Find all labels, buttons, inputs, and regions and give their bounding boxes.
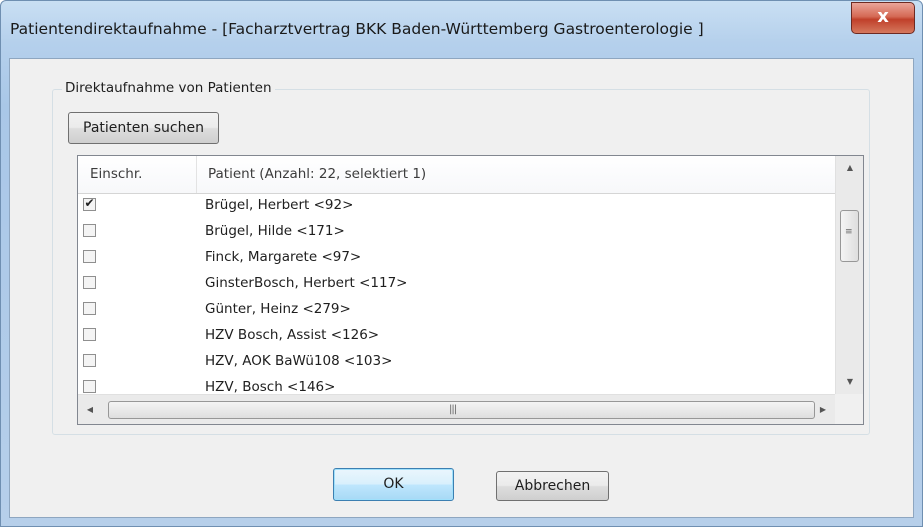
restriction-checkbox[interactable] xyxy=(83,328,96,341)
patient-name: HZV, AOK BaWü108 <103> xyxy=(205,353,393,369)
patient-list[interactable]: Einschr. Patient (Anzahl: 22, selektiert… xyxy=(77,155,864,425)
scrollbar-corner xyxy=(835,394,863,424)
restriction-checkbox[interactable] xyxy=(83,380,96,393)
restriction-checkbox[interactable] xyxy=(83,250,96,263)
table-row[interactable]: Brügel, Hilde <171> xyxy=(78,220,835,246)
patient-name: Brügel, Herbert <92> xyxy=(205,197,354,213)
close-button[interactable]: x xyxy=(851,2,915,34)
table-row[interactable]: HZV Bosch, Assist <126> xyxy=(78,324,835,350)
horizontal-scrollbar[interactable]: ◀ ||| ▶ xyxy=(78,394,835,424)
restriction-checkbox[interactable]: ✔ xyxy=(83,196,96,211)
vertical-scroll-thumb[interactable]: ≡ xyxy=(840,210,859,262)
table-row[interactable]: Günter, Heinz <279> xyxy=(78,298,835,324)
column-header-patient[interactable]: Patient (Anzahl: 22, selektiert 1) xyxy=(198,156,835,193)
close-icon: x xyxy=(877,6,889,27)
patient-name: GinsterBosch, Herbert <117> xyxy=(205,275,408,291)
scroll-left-icon[interactable]: ◀ xyxy=(78,395,102,424)
restriction-checkbox[interactable] xyxy=(83,302,96,315)
list-header: Einschr. Patient (Anzahl: 22, selektiert… xyxy=(78,156,835,194)
table-row[interactable]: Finck, Margarete <97> xyxy=(78,246,835,272)
vertical-scrollbar[interactable]: ▲ ≡ ▼ xyxy=(835,156,863,394)
scroll-down-icon[interactable]: ▼ xyxy=(836,370,863,394)
restriction-checkbox[interactable] xyxy=(83,276,96,289)
patient-name: Günter, Heinz <279> xyxy=(205,301,351,317)
list-rows: ✔ Brügel, Herbert <92> Brügel, Hilde <17… xyxy=(78,194,835,402)
title-bar[interactable]: Patientendirektaufnahme - [Facharztvertr… xyxy=(1,1,922,63)
table-row[interactable]: ✔ Brügel, Herbert <92> xyxy=(78,194,835,220)
window-title: Patientendirektaufnahme - [Facharztvertr… xyxy=(10,20,704,38)
grip-icon: ||| xyxy=(449,404,457,415)
search-patients-button[interactable]: Patienten suchen xyxy=(68,112,219,144)
horizontal-scroll-thumb[interactable]: ||| xyxy=(108,401,815,419)
patient-name: Brügel, Hilde <171> xyxy=(205,223,345,239)
restriction-checkbox[interactable] xyxy=(83,224,96,237)
ok-button[interactable]: OK xyxy=(333,468,454,501)
scroll-right-icon[interactable]: ▶ xyxy=(811,395,835,424)
table-row[interactable]: GinsterBosch, Herbert <117> xyxy=(78,272,835,298)
patient-name: Finck, Margarete <97> xyxy=(205,249,362,265)
cancel-button[interactable]: Abbrechen xyxy=(496,471,609,501)
grip-icon: ≡ xyxy=(845,227,853,237)
patient-name: HZV, Bosch <146> xyxy=(205,379,336,395)
groupbox-label: Direktaufnahme von Patienten xyxy=(62,80,275,96)
scroll-up-icon[interactable]: ▲ xyxy=(836,156,863,180)
restriction-checkbox[interactable] xyxy=(83,354,96,367)
checkmark-icon: ✔ xyxy=(84,196,95,210)
table-row[interactable]: HZV, AOK BaWü108 <103> xyxy=(78,350,835,376)
column-header-restriction[interactable]: Einschr. xyxy=(78,156,197,193)
patient-name: HZV Bosch, Assist <126> xyxy=(205,327,380,343)
